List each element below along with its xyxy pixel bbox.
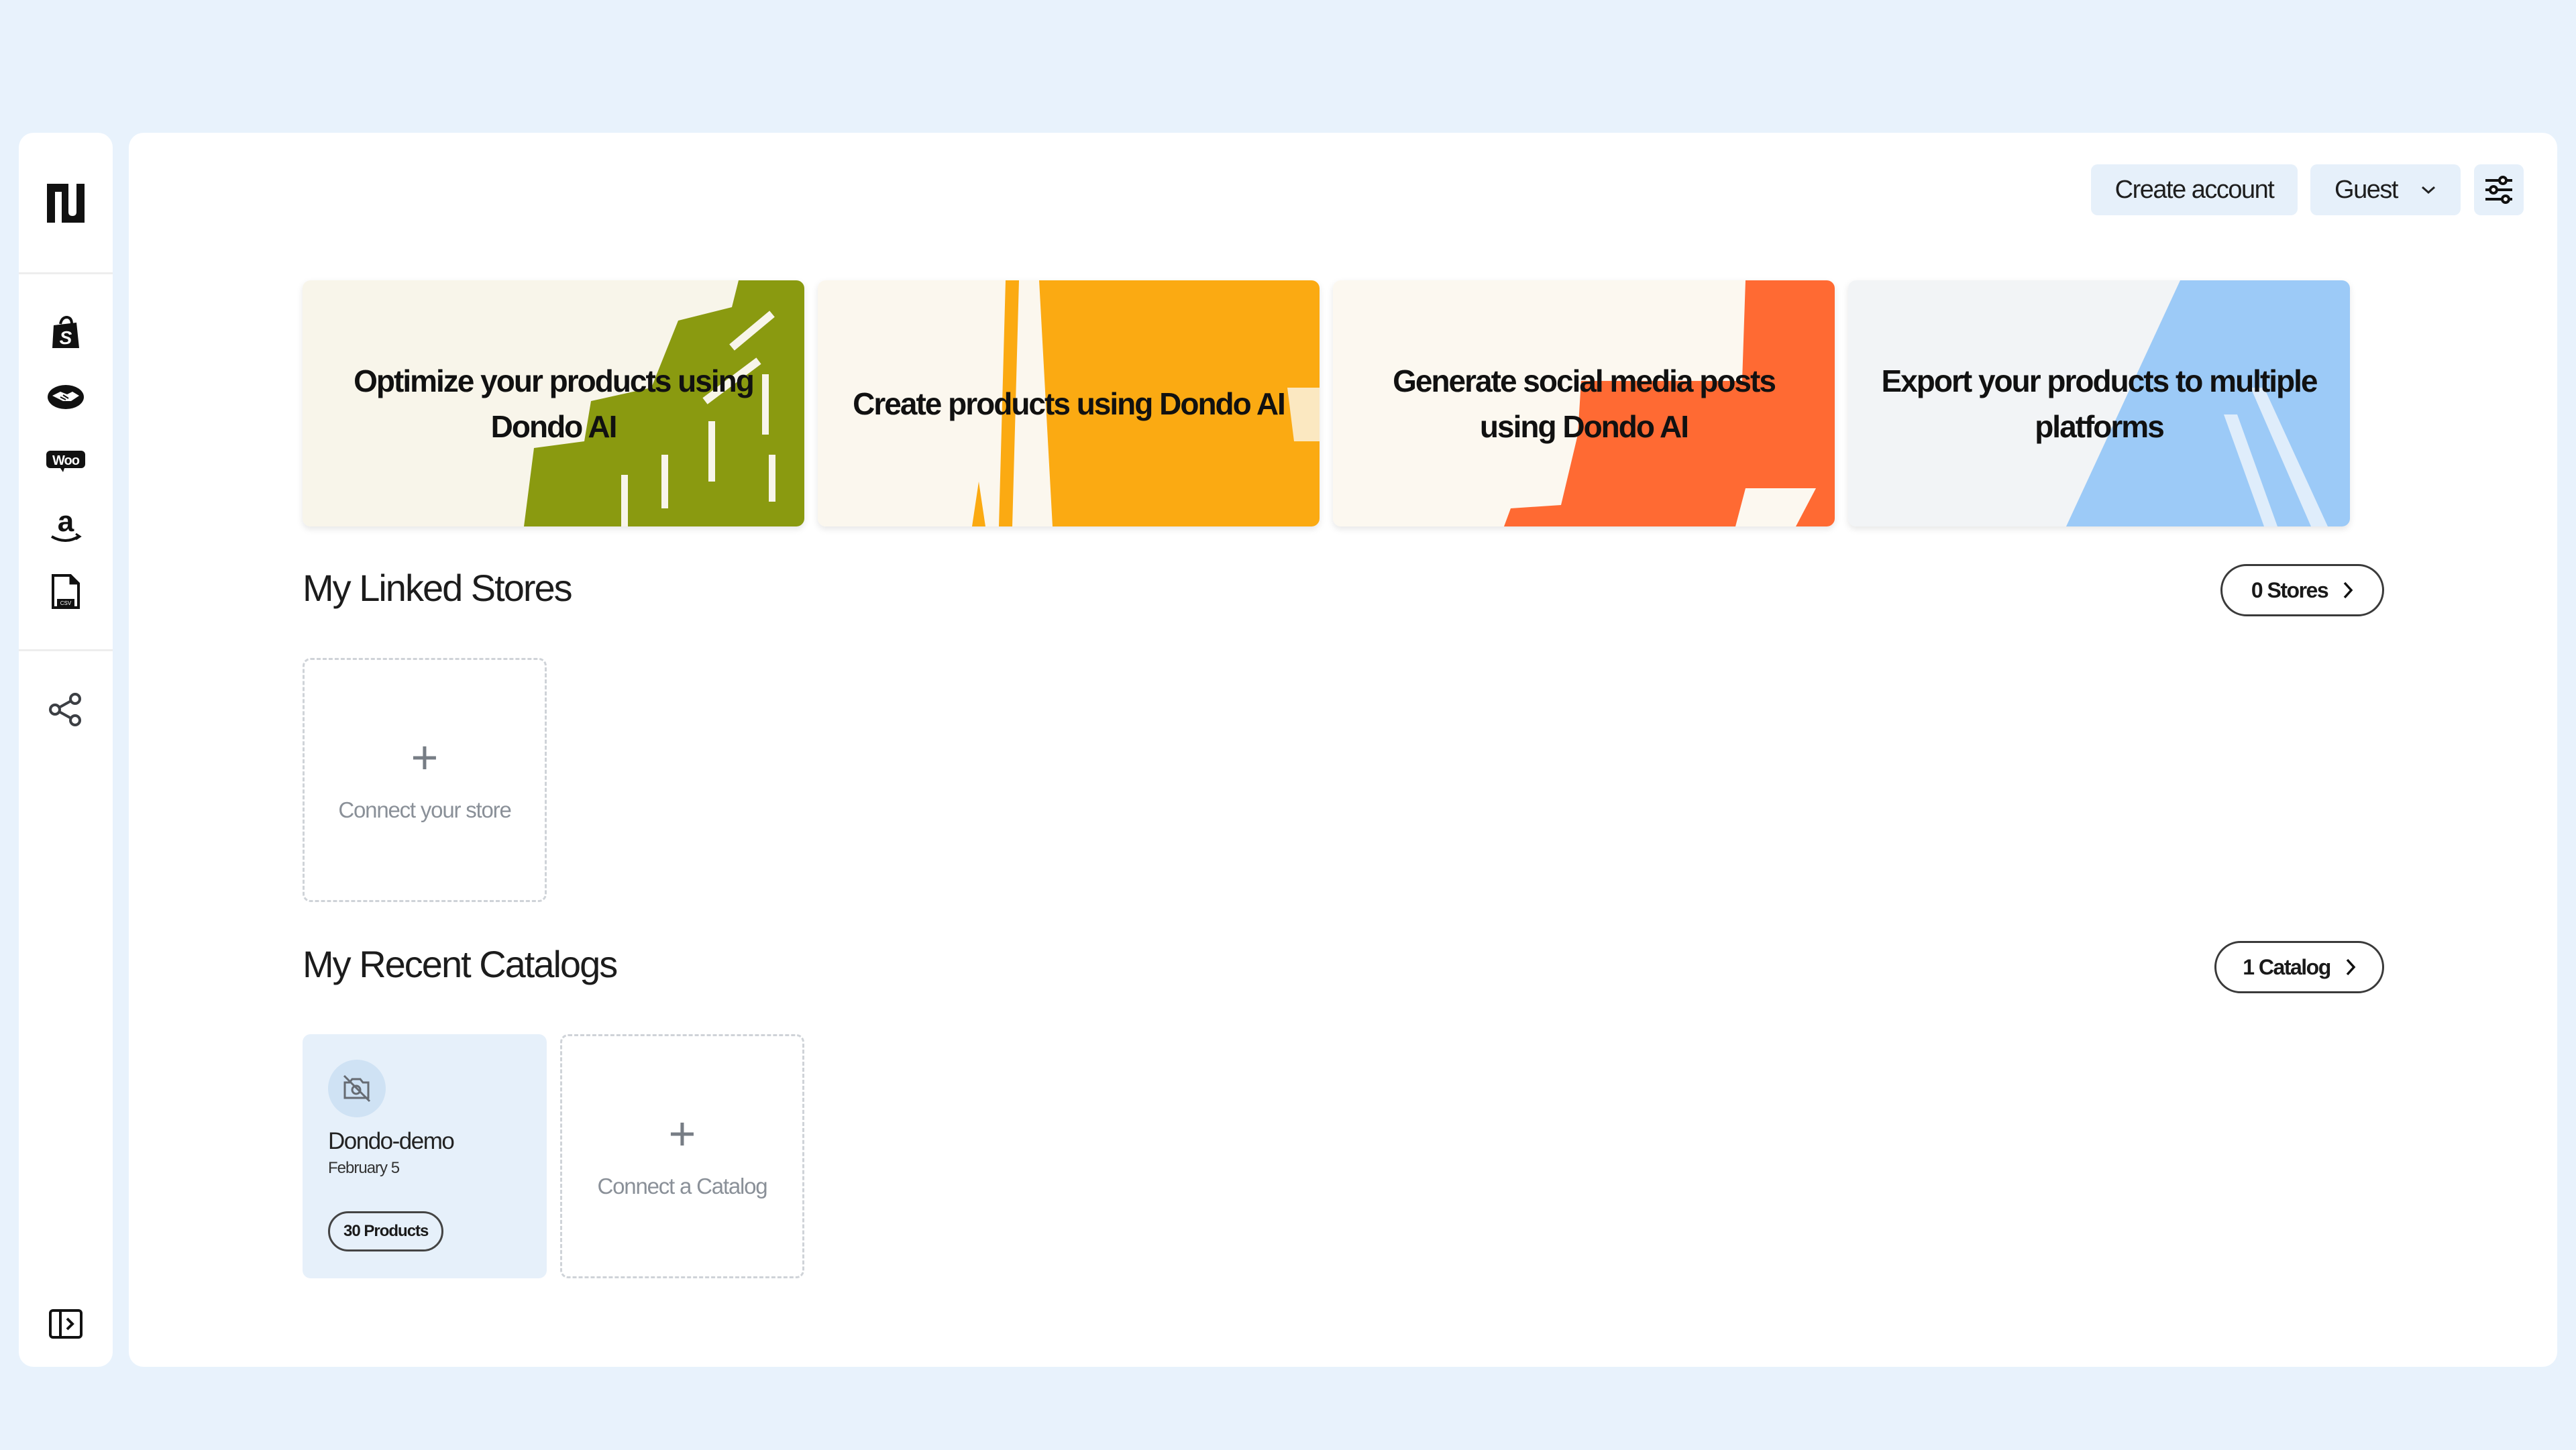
logo-icon [47,184,85,223]
settings-button[interactable] [2474,164,2524,215]
catalog-name: Dondo-demo [328,1128,455,1154]
chevron-right-icon [2343,581,2353,599]
chevron-down-icon [2421,186,2435,194]
catalogs-count-button[interactable]: 1 Catalog [2214,941,2384,993]
dondo-logo[interactable] [19,133,113,274]
catalog-products-badge: 30 Products [328,1211,444,1251]
csv-file-icon: CSV [52,574,80,609]
svg-text:CSV: CSV [60,600,72,606]
handshake-icon [48,385,84,409]
recent-catalogs-title: My Recent Catalogs [303,943,618,985]
no-image-icon [343,1074,371,1103]
connect-store-label: Connect your store [338,797,511,822]
banner-text: Create products using Dondo AI [853,386,1286,421]
woocommerce-icon: Woo [46,451,85,472]
banner-export-products[interactable]: Export your products to multiple platfor… [1848,280,2350,526]
expand-sidebar-icon [49,1309,83,1339]
stores-count-label: 0 Stores [2251,577,2329,602]
banner-text: Export your products to multiple platfor… [1881,363,2318,444]
banner-create-products[interactable]: Create products using Dondo AI [818,280,1320,526]
catalog-date: February 5 [328,1159,400,1177]
sidebar-item-share[interactable] [46,689,86,730]
banner-social-media-posts[interactable]: Generate social media posts using Dondo … [1333,280,1835,526]
sidebar-item-handshake[interactable] [46,377,86,417]
svg-text:a: a [58,507,74,538]
catalog-thumbnail [328,1060,386,1117]
sidebar-divider [19,272,113,274]
plus-icon: + [411,731,439,783]
banner-optimize-products[interactable]: Optimize your products using Dondo AI [303,280,804,526]
sidebar-item-woocommerce[interactable]: Woo [46,441,86,482]
amazon-icon: a [51,507,82,542]
create-account-label: Create account [2114,175,2275,204]
banner-text: Optimize your products using Dondo AI [354,363,755,444]
shopify-icon: S [52,316,79,348]
plus-icon: + [668,1107,696,1160]
sidebar-item-csv[interactable]: CSV [46,571,86,612]
sliders-icon [2485,176,2512,204]
connect-catalog-label: Connect a Catalog [597,1174,768,1198]
main-panel: Create account Guest Optimize your produ… [129,133,2557,1367]
svg-text:S: S [60,327,72,348]
chevron-right-icon [2346,958,2356,976]
catalog-card[interactable]: Dondo-demo February 5 30 Products [303,1034,547,1278]
sidebar: S Woo a CSV [19,133,113,1367]
user-menu-label: Guest [2334,175,2398,204]
catalogs-count-label: 1 Catalog [2243,954,2331,979]
banner-text: Generate social media posts using Dondo … [1393,363,1776,444]
sidebar-divider [19,649,113,651]
stores-count-button[interactable]: 0 Stores [2220,564,2384,616]
user-menu-dropdown[interactable]: Guest [2310,164,2461,215]
expand-sidebar-button[interactable] [46,1304,86,1344]
create-account-button[interactable]: Create account [2091,164,2298,215]
connect-store-card[interactable]: + Connect your store [303,658,547,902]
connect-catalog-card[interactable]: + Connect a Catalog [560,1034,804,1278]
linked-stores-title: My Linked Stores [303,567,573,609]
share-icon [49,693,81,726]
svg-text:Woo: Woo [52,453,80,468]
sidebar-item-shopify[interactable]: S [46,313,86,353]
sidebar-item-amazon[interactable]: a [46,506,86,546]
